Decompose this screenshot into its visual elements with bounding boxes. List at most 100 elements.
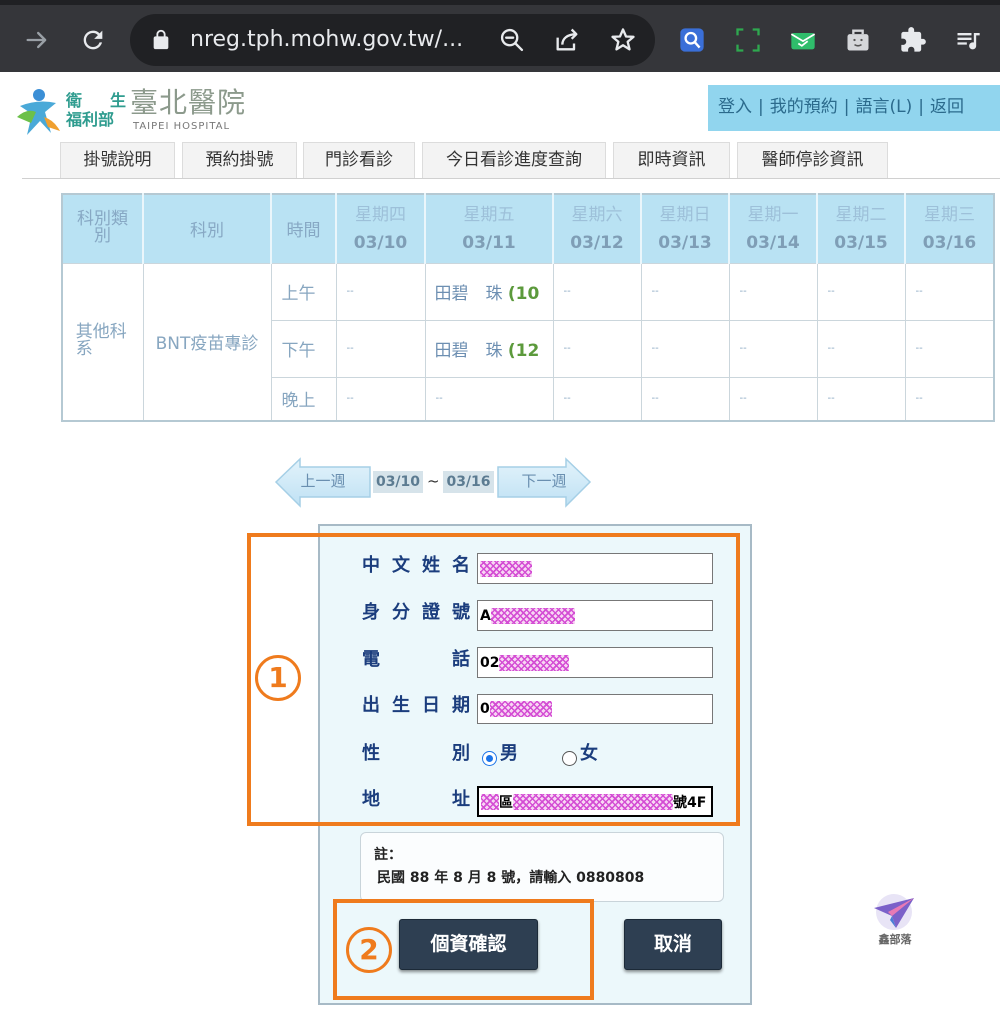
tab-book-appointment[interactable]: 預約掛號 bbox=[182, 142, 297, 178]
extensions-puzzle-icon[interactable] bbox=[899, 26, 927, 54]
address-district: 區 bbox=[499, 794, 513, 811]
tabs-divider bbox=[22, 178, 1000, 179]
watermark-text: 鑫部落 bbox=[878, 933, 912, 946]
birth-date-field[interactable]: 0 bbox=[477, 694, 713, 724]
redaction-mark bbox=[513, 793, 673, 810]
gender-male-label[interactable]: 男 bbox=[500, 742, 518, 766]
tab-strip bbox=[0, 0, 1000, 5]
empty-slot: -- bbox=[335, 376, 426, 422]
empty-slot: -- bbox=[640, 319, 730, 378]
day-header: 星期日 03/13 bbox=[640, 194, 729, 263]
note-title: 註： bbox=[374, 847, 402, 863]
share-icon[interactable] bbox=[553, 26, 581, 54]
day-header: 星期三 03/16 bbox=[904, 194, 994, 263]
birth-date-prefix: 0 bbox=[480, 701, 490, 717]
time-cell: 上午 bbox=[270, 262, 337, 321]
category-cell: 其他科系 bbox=[61, 262, 144, 422]
empty-slot: -- bbox=[552, 376, 642, 422]
empty-slot: -- bbox=[552, 262, 642, 321]
table-header-row: 科別類別 科別 時間 星期四 03/10 星期五 03/11 星期六 03/12 星期… bbox=[62, 194, 994, 263]
note-text: 民國 88 年 8 月 8 號，請輸入 0880808 bbox=[377, 870, 645, 886]
back-home-link[interactable]: 返回 bbox=[930, 97, 964, 117]
redaction-mark bbox=[490, 607, 575, 624]
url-text[interactable]: nreg.tph.mohw.gov.tw/... bbox=[190, 14, 463, 66]
phone-prefix: 02 bbox=[480, 654, 500, 671]
address-label: 地 址 bbox=[362, 789, 470, 810]
forward-icon[interactable] bbox=[23, 26, 51, 54]
empty-slot: -- bbox=[816, 319, 906, 378]
redaction-mark bbox=[489, 701, 552, 717]
logo-hospital-english: TAIPEI HOSPITAL bbox=[133, 121, 231, 132]
login-link[interactable]: 登入 bbox=[718, 97, 752, 117]
id-number-prefix: A bbox=[480, 607, 491, 624]
id-number-label: 身 分 證 號 bbox=[362, 602, 470, 623]
prev-week-button[interactable]: 上一週 bbox=[292, 470, 354, 492]
reload-icon[interactable] bbox=[79, 26, 107, 54]
top-links: 登入 | 我的預約 | 語言(L) | 返回 bbox=[708, 85, 1000, 131]
media-queue-icon[interactable] bbox=[954, 26, 982, 54]
extension-search-icon[interactable] bbox=[678, 26, 706, 54]
tab-registration-guide[interactable]: 掛號說明 bbox=[60, 142, 175, 178]
empty-slot: -- bbox=[640, 262, 730, 321]
tab-live-info[interactable]: 即時資訊 bbox=[613, 142, 730, 178]
empty-slot: -- bbox=[904, 319, 995, 378]
browser-toolbar: nreg.tph.mohw.gov.tw/... bbox=[0, 0, 1000, 72]
doctor-name-link[interactable]: 田碧 珠 bbox=[435, 284, 503, 304]
zoom-out-icon[interactable] bbox=[498, 26, 526, 54]
gender-male-radio[interactable] bbox=[482, 751, 497, 766]
extension-mail-icon[interactable] bbox=[789, 26, 817, 54]
time-cell: 晚上 bbox=[270, 376, 337, 422]
gender-female-label[interactable]: 女 bbox=[580, 742, 598, 766]
doctor-name-link[interactable]: 田碧 珠 bbox=[435, 341, 503, 361]
link-separator: | bbox=[918, 97, 924, 117]
empty-slot: -- bbox=[816, 262, 906, 321]
empty-slot: -- bbox=[424, 376, 554, 422]
logo-ministry-line1: 衛 生 bbox=[66, 91, 126, 110]
phone-field[interactable]: 02 bbox=[477, 647, 713, 678]
address-field[interactable]: 區 號4F bbox=[477, 786, 713, 817]
schedule-table: 科別類別 科別 時間 星期四 03/10 星期五 03/11 星期六 03/12 星期… bbox=[61, 193, 995, 422]
phone-label: 電 話 bbox=[362, 649, 470, 670]
empty-slot: -- bbox=[904, 262, 995, 321]
tab-doctor-suspension[interactable]: 醫師停診資訊 bbox=[737, 142, 888, 178]
registration-count: (10 bbox=[507, 284, 540, 304]
paper-plane-watermark-icon bbox=[870, 892, 918, 932]
my-appointments-link[interactable]: 我的預約 bbox=[770, 97, 838, 117]
empty-slot: -- bbox=[728, 376, 818, 422]
redaction-mark bbox=[481, 793, 499, 810]
empty-slot: -- bbox=[816, 376, 906, 422]
redaction-mark bbox=[480, 560, 532, 577]
gender-label: 性 別 bbox=[362, 743, 470, 764]
extension-screenshot-icon[interactable] bbox=[734, 26, 762, 54]
day-header: 星期二 03/15 bbox=[816, 194, 905, 263]
tab-today-progress[interactable]: 今日看診進度查詢 bbox=[422, 142, 606, 178]
input-note: 註： 民國 88 年 8 月 8 號，請輸入 0880808 bbox=[360, 832, 724, 902]
doctor-slot[interactable]: 田碧 珠 (12 bbox=[424, 319, 554, 378]
next-week-button[interactable]: 下一週 bbox=[513, 470, 575, 492]
id-number-field[interactable]: A bbox=[477, 600, 713, 631]
logo-ministry-line2: 福利部 bbox=[66, 110, 115, 129]
week-range-separator: ~ bbox=[427, 472, 440, 490]
hospital-logo-icon[interactable] bbox=[14, 86, 62, 138]
doctor-slot[interactable]: 田碧 珠 (10 bbox=[424, 262, 554, 321]
empty-slot: -- bbox=[640, 376, 730, 422]
registration-count: (12 bbox=[507, 341, 540, 361]
empty-slot: -- bbox=[335, 319, 426, 378]
extension-bag-icon[interactable] bbox=[844, 26, 872, 54]
day-header: 星期六 03/12 bbox=[552, 194, 641, 263]
language-link[interactable]: 語言(L) bbox=[855, 97, 912, 117]
tab-outpatient[interactable]: 門診看診 bbox=[303, 142, 415, 178]
confirm-personal-info-button[interactable]: 個資確認 bbox=[399, 919, 538, 970]
cancel-button[interactable]: 取消 bbox=[624, 919, 722, 970]
star-icon[interactable] bbox=[609, 26, 637, 54]
gender-female-radio[interactable] bbox=[562, 751, 577, 766]
header-time: 時間 bbox=[270, 194, 336, 263]
annotation-step2-badge: 2 bbox=[346, 927, 392, 973]
lock-icon[interactable] bbox=[150, 29, 172, 51]
logo-hospital-name[interactable]: 臺北醫院 bbox=[130, 87, 246, 119]
empty-slot: -- bbox=[728, 319, 818, 378]
week-end-date: 03/16 bbox=[443, 471, 494, 493]
annotation-step1-badge: 1 bbox=[255, 655, 301, 701]
name-field[interactable] bbox=[477, 553, 713, 584]
header-category: 科別類別 bbox=[62, 194, 143, 263]
